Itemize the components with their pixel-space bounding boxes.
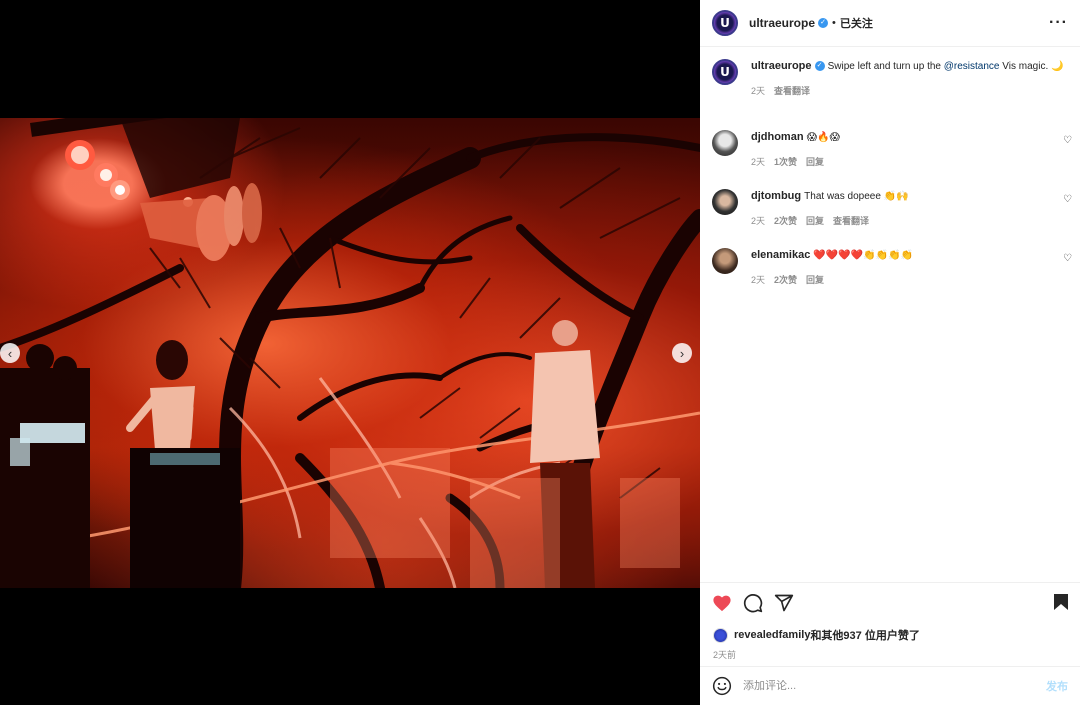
caption-time: 2天	[751, 86, 766, 96]
likes-rest-text[interactable]: 和其他937 位用户赞了	[810, 627, 919, 643]
comment-text: That was dopeee 👏🙌	[804, 191, 909, 202]
bookmark-icon[interactable]	[1053, 593, 1069, 616]
more-options-icon[interactable]: ···	[1049, 14, 1068, 32]
add-comment-bar: 发布	[700, 666, 1080, 705]
comment-text: ❤️❤️❤️❤️👏👏👏👏	[813, 250, 913, 261]
avatar[interactable]: U	[712, 59, 738, 85]
carousel-next-button[interactable]: ›	[672, 343, 692, 363]
comment-like-heart-icon[interactable]: ♡	[1063, 135, 1072, 146]
media-pane: ‹ ›	[0, 0, 700, 705]
comment-likes-count[interactable]: 2次赞	[774, 273, 797, 287]
heart-filled-icon[interactable]	[711, 592, 733, 614]
avatar[interactable]	[712, 189, 738, 215]
caption-username[interactable]: ultraeurope	[751, 60, 812, 72]
comments-list: U ultraeurope ✓ Swipe left and turn up th…	[700, 47, 1080, 582]
comment-time: 2天	[751, 157, 766, 167]
comment-username[interactable]: elenamikac	[751, 249, 810, 261]
ultra-logo-icon: U	[720, 65, 730, 79]
post-actions-bar	[700, 582, 1080, 622]
avatar[interactable]: U	[712, 10, 738, 36]
avatar[interactable]	[713, 627, 728, 643]
comment-text: 😱🔥😱	[806, 132, 840, 143]
comment-translate-link[interactable]: 查看翻译	[833, 214, 869, 228]
carousel-prev-button[interactable]: ‹	[0, 343, 20, 363]
comment-item: elenamikac ❤️❤️❤️❤️👏👏👏👏 2天 2次赞 回复 ♡	[712, 248, 1072, 287]
header-separator: •	[832, 17, 836, 29]
post-comment-button[interactable]: 发布	[1046, 678, 1068, 694]
comment-username[interactable]: djdhoman	[751, 131, 804, 143]
follow-status-button[interactable]: 已关注	[840, 15, 873, 31]
comment-input[interactable]	[743, 680, 1046, 692]
comment-reply-button[interactable]: 回复	[806, 155, 824, 169]
avatar[interactable]	[712, 248, 738, 274]
photo-illustration	[0, 118, 700, 588]
comment-item: djtombug That was dopeee 👏🙌 2天 2次赞 回复 查看…	[712, 189, 1072, 228]
verified-badge-icon: ✓	[814, 61, 825, 72]
comment-time: 2天	[751, 216, 766, 226]
comment-icon[interactable]	[742, 592, 764, 614]
verified-badge-icon: ✓	[818, 18, 829, 28]
caption-mention-link[interactable]: @resistance	[944, 61, 1000, 72]
caption-text-before: Swipe left and turn up the	[827, 61, 944, 72]
comment-like-heart-icon[interactable]: ♡	[1063, 194, 1072, 205]
caption: U ultraeurope ✓ Swipe left and turn up th…	[712, 59, 1072, 98]
avatar[interactable]	[712, 130, 738, 156]
share-icon[interactable]	[773, 592, 795, 614]
post-photo	[0, 118, 700, 588]
comment-like-heart-icon[interactable]: ♡	[1063, 253, 1072, 264]
ultra-logo-icon: U	[720, 16, 730, 30]
post-date[interactable]: 2天前	[700, 644, 1080, 666]
likes-summary: revealedfamily 和其他937 位用户赞了	[700, 622, 1080, 644]
comment-likes-count[interactable]: 1次赞	[774, 155, 797, 169]
caption-text-after: Vis magic. 🌙	[999, 61, 1064, 72]
caption-translate-link[interactable]: 查看翻译	[774, 84, 810, 98]
comment-time: 2天	[751, 275, 766, 285]
post-author-username[interactable]: ultraeurope	[749, 16, 815, 30]
chevron-right-icon: ›	[679, 345, 685, 361]
comment-reply-button[interactable]: 回复	[806, 273, 824, 287]
chevron-left-icon: ‹	[7, 345, 13, 361]
emoji-icon[interactable]	[712, 676, 732, 696]
comment-username[interactable]: djtombug	[751, 190, 801, 202]
comment-reply-button[interactable]: 回复	[806, 214, 824, 228]
comment-likes-count[interactable]: 2次赞	[774, 214, 797, 228]
post-side-panel: U ultraeurope ✓ • 已关注 ··· U ultraeurope ✓…	[700, 0, 1080, 705]
comment-item: djdhoman 😱🔥😱 2天 1次赞 回复 ♡	[712, 130, 1072, 169]
likes-first-user[interactable]: revealedfamily	[734, 629, 810, 641]
post-header: U ultraeurope ✓ • 已关注 ···	[700, 0, 1080, 47]
